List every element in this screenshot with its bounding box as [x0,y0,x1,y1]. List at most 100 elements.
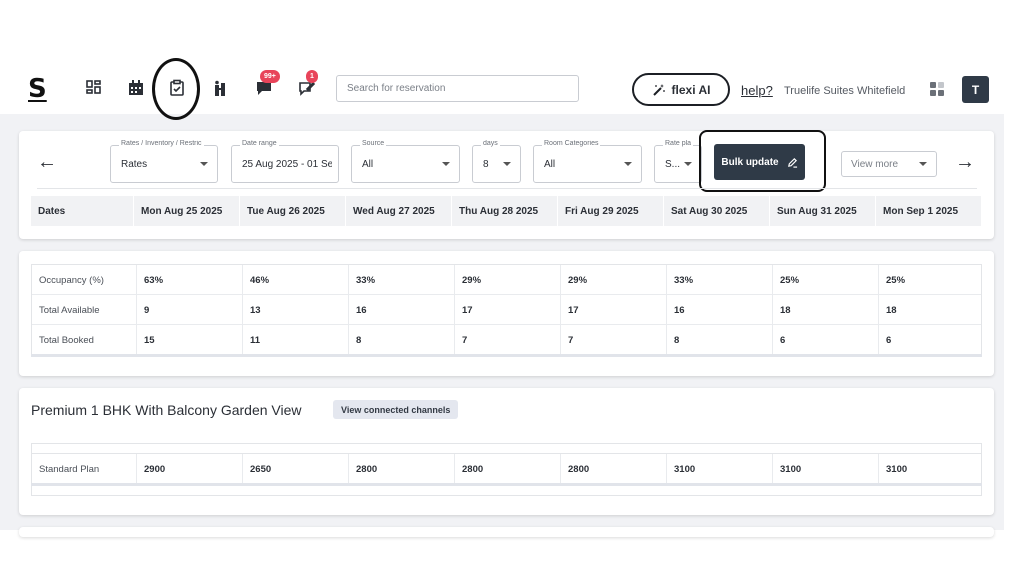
pencil-icon [787,157,797,168]
date-header-cell: Wed Aug 27 2025 [346,196,452,226]
table-cell: 16 [349,295,455,324]
page: S 99+ 1 Search for reservation flexi AI … [0,0,1024,576]
plan-label: Standard Plan [32,454,137,484]
table-row: Total Booked 15 11 8 7 7 8 6 6 [32,325,981,355]
room-card: Premium 1 BHK With Balcony Garden View V… [19,388,994,515]
summary-card: Occupancy (%) 63% 46% 33% 29% 29% 33% 25… [19,251,994,376]
date-header-cell: Thu Aug 28 2025 [452,196,558,226]
rate-cell[interactable]: 2650 [243,454,349,484]
rates-select-label: Rates / Inventory / Restric [119,140,204,147]
view-more-select[interactable]: View more [841,151,937,177]
table-cell: 29% [455,265,561,294]
table-row: Standard Plan 2900 2650 2800 2800 2800 3… [32,454,981,484]
highlight-circle [152,58,200,120]
top-nav: S 99+ 1 Search for reservation flexi AI … [0,58,1024,120]
date-range-input[interactable]: Date range 25 Aug 2025 - 01 Se [231,140,339,183]
room-categories-label: Room Categories [542,140,601,147]
table-cell: 6 [773,325,879,355]
table-cell: 8 [349,325,455,355]
rate-plan-label: Rate pla [663,140,693,147]
days-select[interactable]: days 8 [472,140,521,183]
rate-plan-select[interactable]: Rate pla S... [654,140,702,183]
days-select-label: days [481,140,500,147]
table-cell: 25% [886,275,906,286]
rate-cell[interactable]: 2900 [137,454,243,484]
bulk-update-button[interactable]: Bulk update [714,144,805,180]
table-cell: 17 [561,295,667,324]
table-cell: 63% [137,265,243,294]
logo[interactable]: S [28,74,47,104]
apps-grid-icon[interactable] [930,82,944,96]
calendar-icon[interactable] [124,76,148,100]
view-more-label: View more [851,159,899,170]
table-footer [31,486,982,496]
rate-cell[interactable]: 2800 [349,454,455,484]
table-cell: 15 [137,325,243,355]
room-categories-value: All [544,159,556,170]
table-cell: 11 [243,325,349,355]
reviews-icon[interactable]: 1 [295,70,319,100]
rate-plan-table: Standard Plan 2900 2650 2800 2800 2800 3… [31,443,982,484]
rate-cell[interactable]: 2800 [561,454,667,484]
row-label: Total Booked [32,325,137,355]
next-card [19,527,994,537]
messages-badge: 99+ [260,70,280,83]
table-cell: 9 [137,295,243,324]
rates-select[interactable]: Rates / Inventory / Restric Rates [110,140,218,183]
source-select[interactable]: Source All [351,140,460,183]
table-cell: 16 [667,295,773,324]
flexi-ai-button[interactable]: flexi AI [632,73,730,106]
room-title: Premium 1 BHK With Balcony Garden View [31,402,302,418]
messages-icon[interactable]: 99+ [252,70,280,100]
divider [37,188,977,189]
days-select-value: 8 [483,159,489,170]
chevron-down-icon [442,162,450,166]
flexi-ai-label: flexi AI [671,82,711,97]
chevron-down-icon [624,162,632,166]
row-label: Occupancy (%) [32,265,137,294]
room-categories-select[interactable]: Room Categories All [533,140,642,183]
date-range-label: Date range [240,140,279,147]
date-header-cell: Sat Aug 30 2025 [664,196,770,226]
date-header-cell: Mon Aug 25 2025 [134,196,240,226]
search-input[interactable]: Search for reservation [336,75,579,102]
table-cell: 29% [561,265,667,294]
chevron-down-icon [503,162,511,166]
rate-cell[interactable]: 2800 [455,454,561,484]
table-cell: 33% [667,265,773,294]
table-cell: 25% [773,265,879,294]
rate-cell[interactable]: 3100 [667,454,773,484]
chevron-down-icon [200,162,208,166]
table-cell: 18 [886,305,897,316]
table-spacer-row [32,444,981,454]
next-arrow-icon[interactable]: → [955,151,975,174]
table-bottom-bar [31,354,982,357]
rates-select-value: Rates [121,159,148,170]
housekeeping-icon[interactable] [208,76,232,100]
date-header-cell: Tue Aug 26 2025 [240,196,346,226]
hotel-name[interactable]: Truelife Suites Whitefield [784,85,905,97]
table-cell: 7 [455,325,561,355]
rate-cell[interactable]: 3100 [879,454,985,484]
prev-arrow-icon[interactable]: ← [37,151,57,174]
view-connected-channels-button[interactable]: View connected channels [333,400,459,419]
rate-cell[interactable]: 3100 [773,454,879,484]
rate-plan-value: S... [665,159,681,170]
dates-header-row: Dates Mon Aug 25 2025 Tue Aug 26 2025 We… [31,196,982,226]
table-cell: 33% [349,265,455,294]
table-cell: 17 [455,295,561,324]
source-select-value: All [362,159,374,170]
chevron-down-icon [684,162,692,166]
dashboard-icon[interactable] [82,76,106,100]
date-range-value: 25 Aug 2025 - 01 Se [242,159,332,170]
help-link[interactable]: help? [741,83,773,98]
date-header-cell: Mon Sep 1 2025 [876,196,982,226]
table-cell: 6 [886,335,892,346]
filter-card: ← Rates / Inventory / Restric Rates Date… [19,130,994,239]
date-header-cell: Fri Aug 29 2025 [558,196,664,226]
dates-header-label: Dates [31,196,134,226]
table-cell: 18 [773,295,879,324]
source-select-label: Source [360,140,387,147]
avatar[interactable]: T [962,76,989,103]
reviews-badge: 1 [306,70,318,83]
